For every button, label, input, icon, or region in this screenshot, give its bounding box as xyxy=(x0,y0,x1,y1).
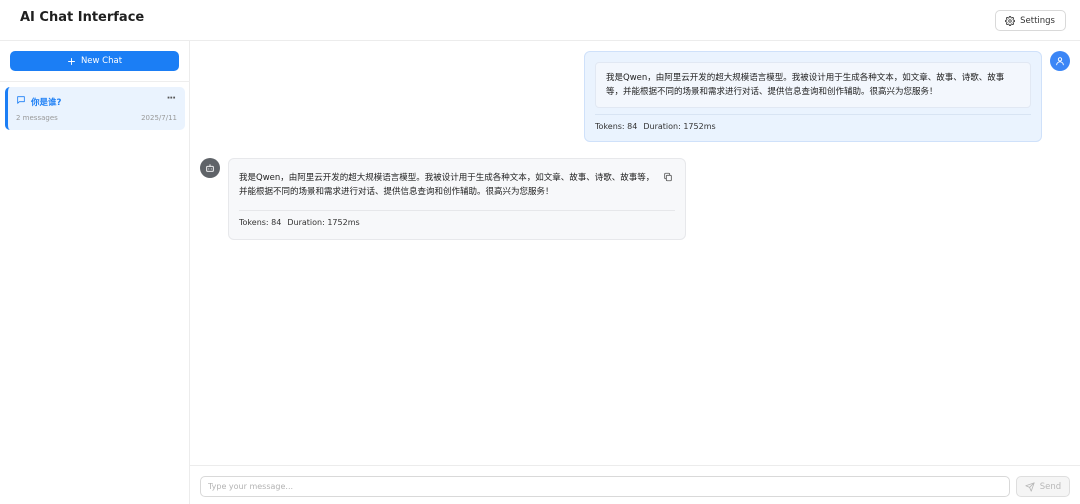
settings-button[interactable]: Settings xyxy=(995,10,1066,31)
sidebar-divider xyxy=(0,81,190,82)
robot-icon xyxy=(206,164,214,172)
plus-icon xyxy=(67,57,75,65)
duration: Duration: 1752ms xyxy=(287,218,360,227)
user-message-body: 我是Qwen，由阿里云开发的超大规模语言模型。我被设计用于生成各种文本，如文章、… xyxy=(595,62,1031,108)
duration: Duration: 1752ms xyxy=(643,122,716,131)
new-chat-label: New Chat xyxy=(80,56,123,66)
app-header: AI Chat Interface Settings xyxy=(0,0,1080,41)
send-label: Send xyxy=(1039,481,1062,492)
message-meta: Tokens: 84 Duration: 1752ms xyxy=(595,122,722,131)
composer: Send xyxy=(190,465,1080,504)
new-chat-button[interactable]: New Chat xyxy=(10,51,179,71)
sidebar: New Chat 你是谁? ··· 2 messages 2025/7/11 xyxy=(0,41,190,504)
token-count: Tokens: 84 xyxy=(595,122,638,131)
message-divider xyxy=(239,210,675,211)
message-input[interactable] xyxy=(200,476,1010,497)
assistant-message: 我是Qwen，由阿里云开发的超大规模语言模型。我被设计用于生成各种文本，如文章、… xyxy=(228,158,686,240)
conversation-item[interactable]: 你是谁? ··· 2 messages 2025/7/11 xyxy=(5,87,185,130)
user-avatar xyxy=(1050,51,1070,71)
conversation-title: 你是谁? xyxy=(31,98,62,108)
user-message-text: 我是Qwen，由阿里云开发的超大规模语言模型。我被设计用于生成各种文本，如文章、… xyxy=(606,73,1005,97)
bot-avatar xyxy=(200,158,220,178)
conversation-date: 2025/7/11 xyxy=(141,114,177,122)
send-icon xyxy=(1025,481,1035,492)
chat-area: 我是Qwen，由阿里云开发的超大规模语言模型。我被设计用于生成各种文本，如文章、… xyxy=(190,41,1080,465)
chat-bubble-icon xyxy=(17,96,25,104)
more-options-icon[interactable]: ··· xyxy=(167,93,176,104)
token-count: Tokens: 84 xyxy=(239,218,282,227)
conversation-message-count: 2 messages xyxy=(16,114,58,122)
user-message: 我是Qwen，由阿里云开发的超大规模语言模型。我被设计用于生成各种文本，如文章、… xyxy=(584,51,1042,142)
assistant-message-text: 我是Qwen，由阿里云开发的超大规模语言模型。我被设计用于生成各种文本，如文章、… xyxy=(239,173,655,197)
message-meta: Tokens: 84 Duration: 1752ms xyxy=(239,218,366,227)
app-title: AI Chat Interface xyxy=(20,10,145,25)
settings-label: Settings xyxy=(1020,15,1055,26)
user-icon xyxy=(1056,57,1064,66)
send-button[interactable]: Send xyxy=(1016,476,1070,497)
message-divider xyxy=(595,114,1031,115)
copy-icon[interactable] xyxy=(663,172,673,182)
gear-icon xyxy=(1005,15,1016,26)
